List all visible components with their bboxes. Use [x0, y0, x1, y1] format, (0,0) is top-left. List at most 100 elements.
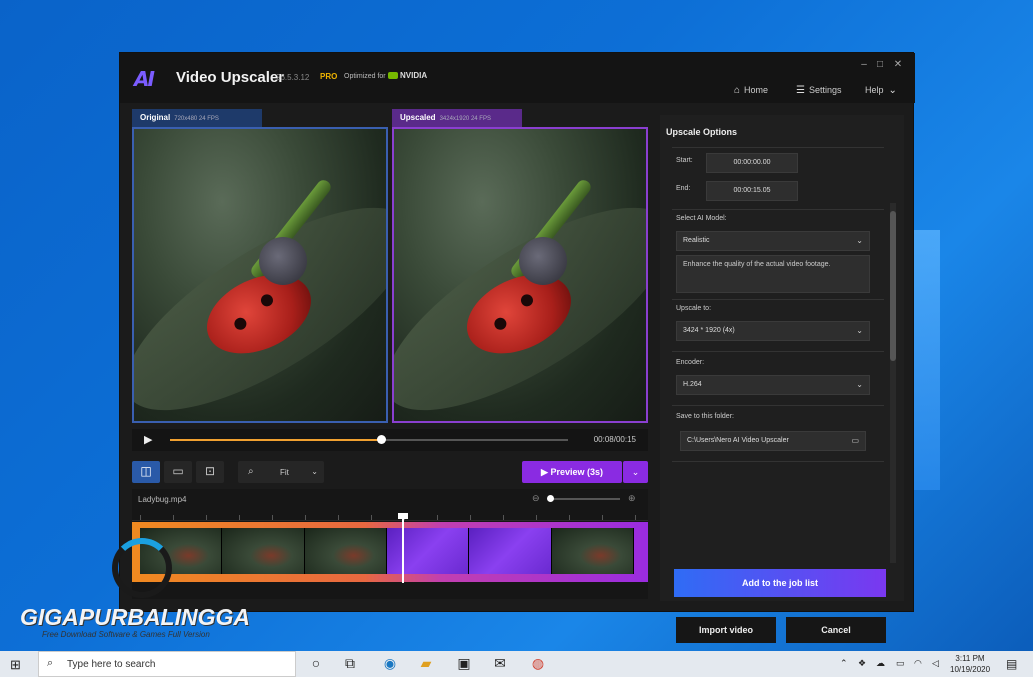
nav-settings-label: Settings — [808, 85, 842, 95]
nvidia-eye-icon — [388, 72, 398, 79]
divider — [672, 299, 884, 300]
ai-model-value: Realistic — [683, 237, 710, 244]
settings-icon: ☰ — [796, 85, 805, 96]
end-label: End: — [676, 185, 691, 192]
cortana-icon[interactable]: ○ — [306, 655, 326, 671]
taskbar: ⊞ ⌕ Type here to search ○ ⧉ ◉ ▰ ▣ ✉ ◍ ⌃ … — [0, 651, 1033, 677]
side-by-side-view-button[interactable]: ◫ — [132, 461, 160, 483]
upscale-options-panel: Upscale Options Start: 00:00:00.00 End: … — [660, 115, 904, 643]
output-folder-input[interactable]: C:\Users\Nero AI Video Upscaler ▭ — [680, 431, 866, 451]
watermark-logo-icon — [112, 538, 172, 598]
volume-icon[interactable]: ◁ — [932, 658, 939, 669]
ladybug-head-graphic — [259, 237, 307, 285]
battery-icon[interactable]: ▭ — [896, 658, 905, 669]
task-view-icon[interactable]: ⧉ — [340, 655, 360, 672]
seek-bar-progress — [170, 439, 381, 441]
seek-bar-thumb[interactable] — [376, 435, 386, 444]
cancel-button[interactable]: Cancel — [786, 617, 886, 643]
ruler-tick — [206, 515, 207, 520]
nav-help[interactable]: Help ⌄ — [865, 85, 901, 96]
chevron-down-icon: ⌄ — [856, 326, 863, 335]
selected-frame-thumbnail — [386, 528, 470, 574]
app-title: Video Upscaler — [176, 69, 285, 86]
upscale-to-value: 3424 * 1920 (4x) — [683, 327, 735, 334]
app-version: 26.5.3.12 — [276, 73, 310, 82]
single-view-button[interactable]: ▭ — [164, 461, 192, 483]
cloud-icon[interactable]: ☁ — [876, 658, 885, 669]
edge-icon[interactable]: ◉ — [380, 655, 400, 672]
add-to-job-list-button[interactable]: Add to the job list — [674, 569, 886, 597]
watermark-subtitle: Free Download Software & Games Full Vers… — [42, 630, 210, 639]
play-icon[interactable]: ▶ — [144, 433, 152, 446]
encoder-select[interactable]: H.264 ⌄ — [676, 375, 870, 395]
import-video-button[interactable]: Import video — [676, 617, 776, 643]
original-video-preview[interactable] — [132, 127, 388, 423]
ruler-tick — [140, 515, 141, 520]
divider — [672, 461, 884, 462]
preview-button[interactable]: ▶ Preview (3s) — [522, 461, 622, 483]
chevron-down-icon: ⌄ — [311, 467, 318, 476]
upscaled-label: Upscaled — [400, 113, 436, 122]
maximize-button[interactable]: □ — [874, 59, 886, 70]
windows-start-icon[interactable]: ⊞ — [10, 657, 21, 673]
notifications-icon[interactable]: ▤ — [1006, 657, 1017, 671]
ruler-tick — [470, 515, 471, 520]
taskbar-search[interactable]: ⌕ Type here to search — [38, 651, 296, 677]
timeline-file-name: Ladybug.mp4 — [138, 495, 187, 504]
title-bar: AI Video Upscaler 26.5.3.12 PRO Optimize… — [120, 53, 915, 103]
split-view-button[interactable]: ⊡ — [196, 461, 224, 483]
timeline-zoom-thumb[interactable] — [547, 495, 554, 502]
zoom-icon: ⌕ — [248, 466, 254, 477]
tray-chevron-up-icon[interactable]: ⌃ — [840, 658, 848, 669]
upscaled-video-preview[interactable] — [392, 127, 648, 423]
end-time-input[interactable]: 00:00:15.05 — [706, 181, 798, 201]
chrome-icon[interactable]: ◍ — [528, 655, 548, 672]
spot-graphic — [519, 292, 535, 309]
ruler-tick — [338, 515, 339, 520]
search-icon: ⌕ — [47, 657, 54, 669]
playhead[interactable] — [402, 515, 404, 583]
mail-icon[interactable]: ✉ — [490, 655, 510, 672]
chevron-down-icon: ⌄ — [631, 467, 640, 477]
frame-thumbnail — [304, 528, 387, 574]
ai-model-select[interactable]: Realistic ⌄ — [676, 231, 870, 251]
seek-bar[interactable] — [170, 435, 568, 444]
options-scrollbar-thumb[interactable] — [890, 211, 896, 361]
folder-icon[interactable]: ▭ — [851, 436, 859, 445]
taskbar-clock[interactable]: 3:11 PM 10/19/2020 — [950, 653, 990, 675]
close-button[interactable]: ✕ — [892, 59, 904, 70]
divider — [672, 351, 884, 352]
playback-time: 00:08/00:15 — [593, 435, 636, 444]
chevron-down-icon: ⌄ — [856, 236, 863, 245]
preview-dropdown-button[interactable]: ⌄ — [623, 461, 648, 483]
nav-home[interactable]: ⌂ Home — [734, 85, 768, 96]
minimize-button[interactable]: – — [858, 59, 870, 70]
file-explorer-icon[interactable]: ▰ — [416, 655, 436, 672]
nav-settings[interactable]: ☰ Settings — [796, 85, 842, 96]
ruler-tick — [173, 515, 174, 520]
ruler-tick — [305, 515, 306, 520]
zoom-select[interactable]: ⌕ Fit ⌄ — [238, 461, 324, 483]
start-label: Start: — [676, 157, 693, 164]
start-time-input[interactable]: 00:00:00.00 — [706, 153, 798, 173]
clock-time: 3:11 PM — [955, 654, 985, 663]
timeline-zoom-slider[interactable] — [547, 495, 620, 502]
wifi-icon[interactable]: ◠ — [914, 658, 922, 669]
divider — [672, 209, 884, 210]
watermark-title: GIGAPURBALINGGA — [20, 604, 250, 630]
original-tab: Original 720x480 24 FPS — [132, 109, 262, 127]
app-logo: AI — [134, 67, 155, 91]
dropbox-icon[interactable]: ❖ — [858, 658, 866, 669]
ladybug-head-graphic — [519, 237, 567, 285]
upscaled-tab: Upscaled 3424x1920 24 FPS — [392, 109, 522, 127]
pro-badge: PRO — [320, 72, 338, 81]
zoom-out-icon[interactable]: ⊖ — [532, 493, 540, 504]
encoder-value: H.264 — [683, 381, 702, 388]
options-scrollbar[interactable] — [890, 203, 896, 563]
encoder-label: Encoder: — [676, 359, 705, 366]
ruler-tick — [635, 515, 636, 520]
zoom-value: Fit — [280, 468, 289, 477]
store-icon[interactable]: ▣ — [454, 655, 474, 672]
zoom-in-icon[interactable]: ⊕ — [628, 493, 636, 504]
upscale-to-select[interactable]: 3424 * 1920 (4x) ⌄ — [676, 321, 870, 341]
